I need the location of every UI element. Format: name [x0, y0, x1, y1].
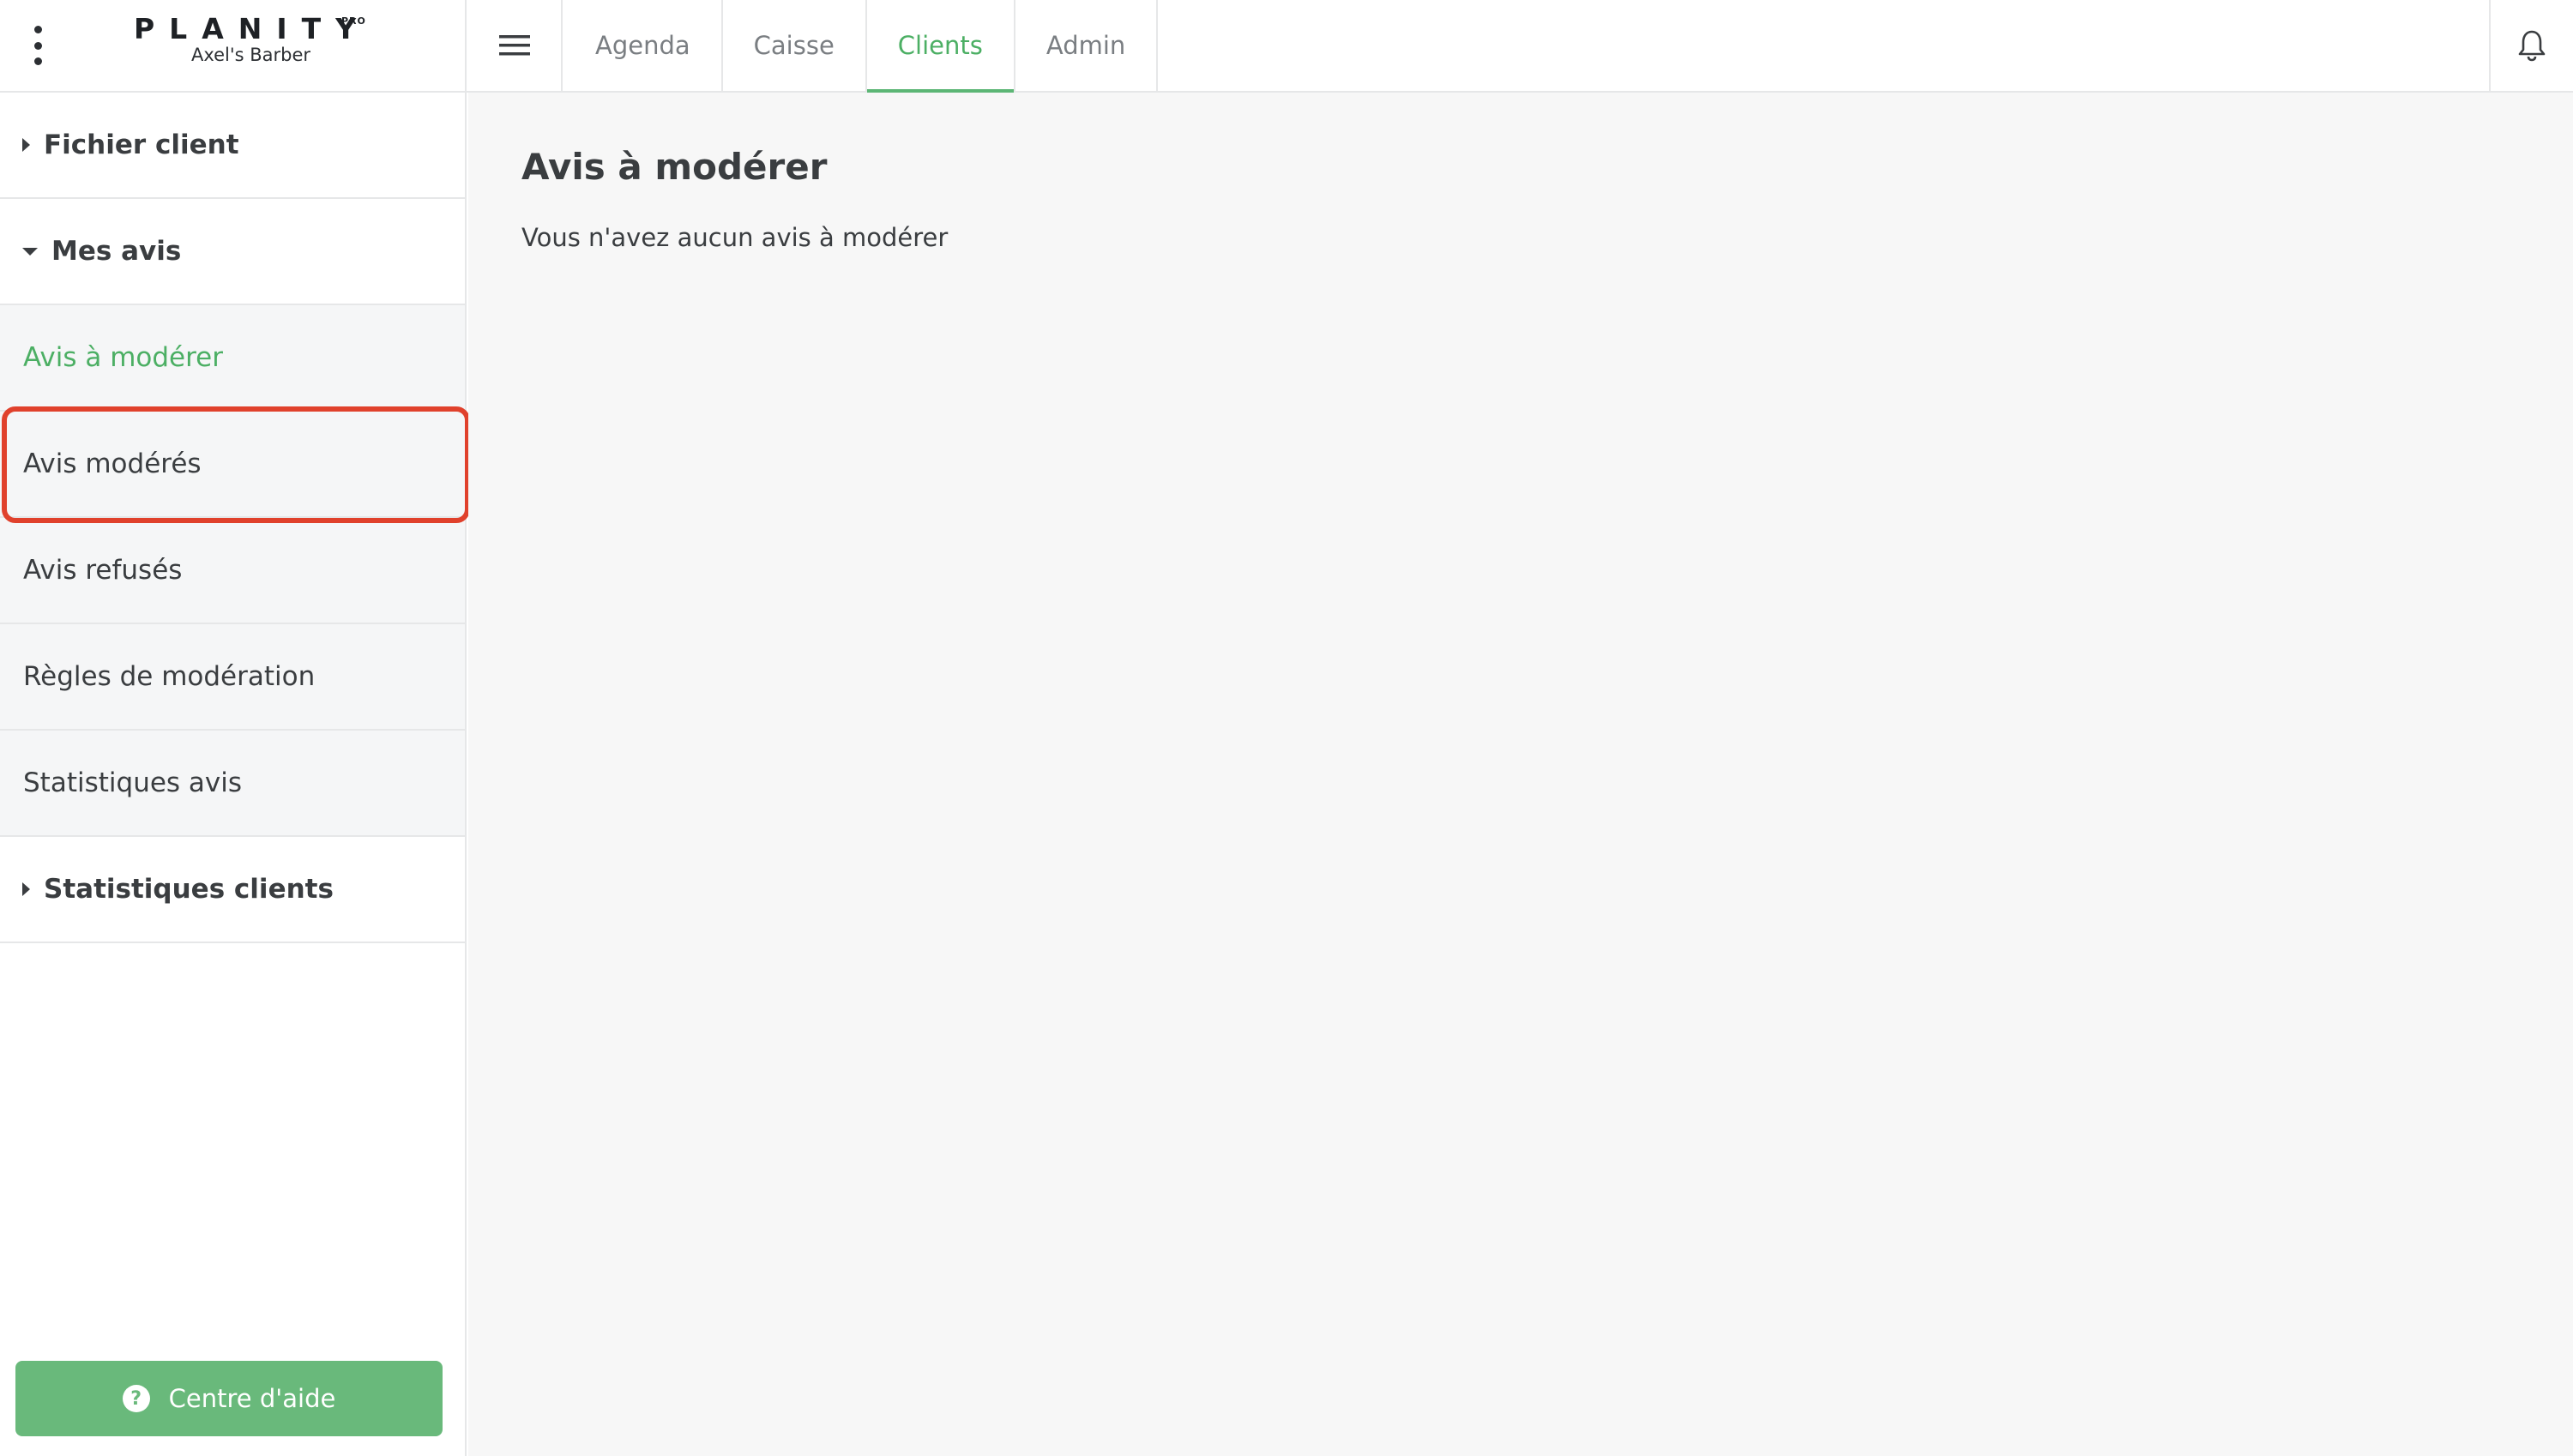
tab-caisse[interactable]: Caisse: [723, 0, 867, 91]
sidebar-item-avis-a-moderer[interactable]: Avis à modérer: [0, 305, 465, 412]
tab-clients[interactable]: Clients: [866, 0, 1015, 93]
sidebar-section-statistiques-clients[interactable]: Statistiques clients: [0, 837, 465, 943]
hamburger-icon[interactable]: [468, 0, 563, 91]
sidebar-item-statistiques-avis[interactable]: Statistiques avis: [0, 731, 465, 837]
app-root: PLANITY PRO Axel's Barber Agenda Caisse …: [0, 0, 2573, 1456]
help-center-button[interactable]: ? Centre d'aide: [15, 1361, 443, 1436]
sidebar-section-mes-avis[interactable]: Mes avis: [0, 199, 465, 305]
main-content: Avis à modérer Vous n'avez aucun avis à …: [468, 93, 2573, 1456]
salon-name: Axel's Barber: [190, 45, 311, 65]
sidebar-section-label: Statistiques clients: [44, 874, 334, 905]
help-center-label: Centre d'aide: [168, 1384, 336, 1413]
caret-right-icon: [22, 138, 30, 152]
sidebar-item-avis-refuses[interactable]: Avis refusés: [0, 518, 465, 624]
sidebar: Fichier client Mes avis Avis à modérer A…: [0, 93, 467, 1456]
sidebar-item-regles-de-moderation[interactable]: Règles de modération: [0, 624, 465, 731]
logo-pro-badge: PRO: [341, 15, 366, 27]
caret-down-icon: [22, 247, 38, 256]
caret-right-icon: [22, 882, 30, 896]
main-tabs: Agenda Caisse Clients Admin: [564, 0, 1159, 93]
sidebar-section-fichier-client[interactable]: Fichier client: [0, 93, 465, 199]
tab-agenda[interactable]: Agenda: [564, 0, 723, 91]
question-circle-icon: ?: [122, 1385, 150, 1412]
sidebar-item-avis-moderes[interactable]: Avis modérés: [0, 412, 465, 518]
sidebar-section-label: Fichier client: [44, 129, 239, 160]
planity-logo: PLANITY PRO: [134, 12, 374, 46]
empty-state-message: Vous n'avez aucun avis à modérer: [521, 223, 949, 252]
top-bar: PLANITY PRO Axel's Barber Agenda Caisse …: [0, 0, 2573, 93]
logo-text: PLANITY: [134, 12, 371, 45]
page-title: Avis à modérer: [521, 146, 828, 188]
sidebar-section-label: Mes avis: [51, 236, 182, 267]
brand-area: PLANITY PRO Axel's Barber: [0, 0, 467, 93]
tab-admin[interactable]: Admin: [1015, 0, 1159, 91]
bell-icon[interactable]: [2489, 0, 2573, 91]
